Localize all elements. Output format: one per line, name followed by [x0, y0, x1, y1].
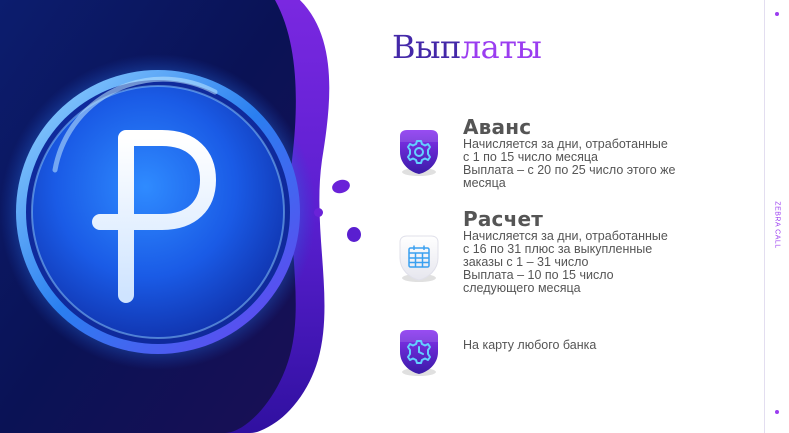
purple-drop: [314, 208, 323, 217]
clock-gear-icon: [394, 328, 444, 378]
gear-icon: [394, 128, 444, 178]
brand-label: ZEBRA CALL: [773, 201, 781, 249]
section-text-raschet: Начисляется за дни, отработанные с 16 по…: [463, 230, 668, 295]
section-heading-raschet: Расчет: [463, 207, 544, 231]
purple-drop: [347, 227, 361, 242]
text-line: следующего месяца: [463, 281, 581, 295]
ruble-coin-illustration: [0, 0, 340, 433]
section-text-card: На карту любого банка: [463, 339, 596, 352]
ruble-coin-artwork: [0, 0, 361, 433]
page-title: Выплаты: [392, 28, 542, 66]
right-brand-bar: ZEBRA CALL: [764, 0, 789, 433]
title-part-1: Вып: [392, 28, 461, 66]
slide: Выплаты Аванс Начисляется за дни, отрабо…: [0, 0, 789, 433]
section-text-avans: Начисляется за дни, отработанные с 1 по …: [463, 138, 675, 190]
bottom-dot: [775, 410, 779, 414]
text-line: На карту любого банка: [463, 338, 597, 352]
text-line: месяца: [463, 176, 506, 190]
section-heading-avans: Аванс: [463, 115, 532, 139]
calendar-icon: [394, 234, 444, 284]
top-dot: [775, 12, 779, 16]
title-part-2: латы: [460, 28, 542, 66]
